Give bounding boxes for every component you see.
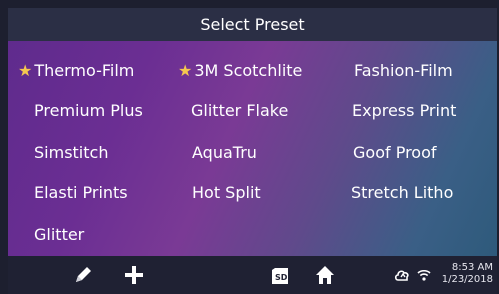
preset-label: Express Print bbox=[352, 101, 457, 120]
home-icon[interactable] bbox=[314, 264, 336, 286]
page-title: Select Preset bbox=[8, 8, 497, 41]
preset-label: Glitter bbox=[34, 225, 85, 244]
preset-elasti-prints[interactable]: Elasti Prints bbox=[34, 183, 128, 202]
preset-simstitch[interactable]: Simstitch bbox=[34, 143, 108, 162]
preset-label: Fashion-Film bbox=[354, 61, 453, 80]
cloud-sync-icon bbox=[394, 270, 409, 281]
preset-stretch-litho[interactable]: Stretch Litho bbox=[351, 183, 453, 202]
clock: 8:53 AM 1/23/2018 bbox=[442, 262, 493, 286]
preset-label: Premium Plus bbox=[34, 101, 143, 120]
preset-label: Glitter Flake bbox=[191, 101, 289, 120]
preset-goof-proof[interactable]: Goof Proof bbox=[353, 143, 437, 162]
time-text: 8:53 AM bbox=[451, 262, 493, 273]
svg-text:SD: SD bbox=[275, 273, 288, 282]
preset-hot-split[interactable]: Hot Split bbox=[192, 183, 261, 202]
plus-icon[interactable] bbox=[123, 264, 145, 286]
preset-grid: ★ Thermo-Film ★ 3M Scotchlite Fashion-Film… bbox=[8, 41, 497, 256]
preset-glitter-flake[interactable]: Glitter Flake bbox=[191, 101, 288, 120]
preset-premium-plus[interactable]: Premium Plus bbox=[34, 101, 143, 120]
wifi-icon bbox=[417, 269, 431, 281]
preset-label: Hot Split bbox=[192, 183, 261, 202]
pencil-icon[interactable] bbox=[73, 265, 93, 285]
bottom-toolbar: SD 8:53 AM 1/23/2018 bbox=[8, 256, 497, 294]
preset-thermo-film[interactable]: ★ Thermo-Film bbox=[18, 61, 134, 80]
preset-screen: Select Preset ★ Thermo-Film ★ 3M Scotchlit… bbox=[0, 0, 499, 294]
preset-label: Thermo-Film bbox=[34, 61, 135, 80]
preset-label: 3M Scotchlite bbox=[194, 61, 303, 80]
preset-express-print[interactable]: Express Print bbox=[352, 101, 456, 120]
star-icon: ★ bbox=[18, 61, 33, 80]
preset-fashion-film[interactable]: Fashion-Film bbox=[354, 61, 453, 80]
star-icon: ★ bbox=[178, 61, 193, 80]
preset-label: Stretch Litho bbox=[351, 183, 454, 202]
preset-3m-scotchlite[interactable]: ★ 3M Scotchlite bbox=[178, 61, 302, 80]
preset-label: AquaTru bbox=[192, 143, 257, 162]
preset-aquatru[interactable]: AquaTru bbox=[192, 143, 257, 162]
preset-label: Simstitch bbox=[34, 143, 109, 162]
sd-card-icon[interactable]: SD bbox=[271, 268, 289, 284]
preset-label: Goof Proof bbox=[353, 143, 437, 162]
preset-glitter[interactable]: Glitter bbox=[34, 225, 84, 244]
date-text: 1/23/2018 bbox=[441, 274, 493, 285]
preset-label: Elasti Prints bbox=[34, 183, 128, 202]
